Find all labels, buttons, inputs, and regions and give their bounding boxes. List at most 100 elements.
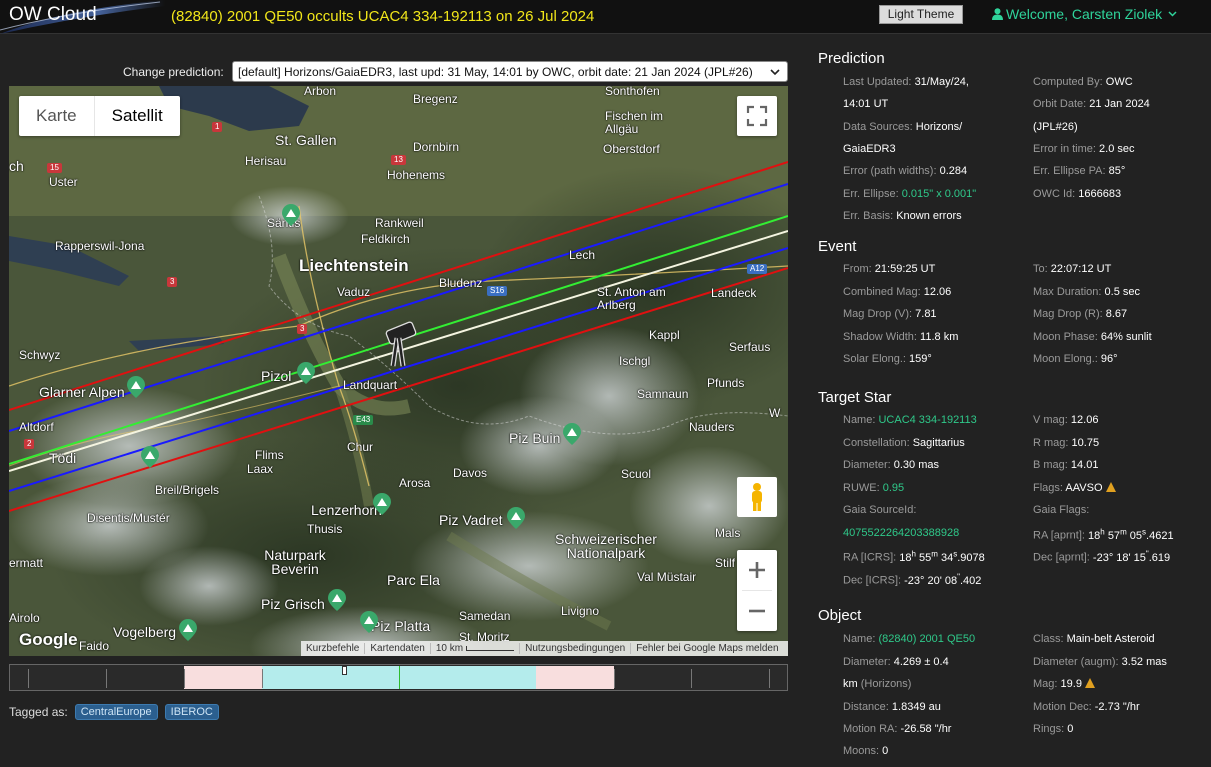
user-icon xyxy=(992,8,1003,20)
tags-row: Tagged as: CentralEurope IBEROC xyxy=(9,704,219,720)
map-label: Piz Grisch xyxy=(261,596,325,612)
map-label: Livigno xyxy=(561,604,600,618)
field-label: Gaia SourceId: xyxy=(843,504,917,516)
err-ellipse-link[interactable]: 0.015" x 0.001" xyxy=(902,188,976,200)
map-type-satellit-button[interactable]: Satellit xyxy=(93,96,180,136)
light-theme-button[interactable]: Light Theme xyxy=(879,5,963,24)
field-label: Solar Elong.: xyxy=(843,353,906,365)
vmag-value: 12.06 xyxy=(1070,414,1099,426)
field-label: Mag Drop (V): xyxy=(843,308,913,320)
from-value: 21:59:25 UT xyxy=(874,263,936,275)
map-label: St. Anton am Arlberg xyxy=(597,285,666,312)
map-type-control: Karte Satellit xyxy=(19,96,180,136)
report-error-link[interactable]: Fehler bei Google Maps melden xyxy=(631,643,783,654)
timeline-cursor-handle[interactable] xyxy=(342,666,347,675)
field-label: Diameter: xyxy=(843,656,891,668)
rmag-value: 10.75 xyxy=(1071,437,1100,449)
keyboard-shortcuts-link[interactable]: Kurzbefehle xyxy=(301,643,366,654)
zoom-in-button[interactable] xyxy=(737,550,777,590)
object-name-link[interactable]: (82840) 2001 QE50 xyxy=(878,633,975,645)
map-type-karte-button[interactable]: Karte xyxy=(19,96,94,136)
user-menu[interactable]: Welcome, Carsten Ziolek xyxy=(992,6,1177,22)
timeline-tick xyxy=(691,669,692,688)
star-name-link[interactable]: UCAC4 334-192113 xyxy=(878,414,976,426)
plus-icon xyxy=(749,562,765,578)
field-label: Flags: xyxy=(1033,482,1063,494)
mountain-pin-icon[interactable] xyxy=(328,589,346,611)
field-label: Combined Mag: xyxy=(843,286,921,298)
bmag-value: 14.01 xyxy=(1070,459,1099,471)
google-logo: Google xyxy=(19,630,78,649)
field-label: Err. Ellipse: xyxy=(843,188,899,200)
object-diameter-value: 4.269 ± 0.4 xyxy=(893,656,949,668)
mountain-pin-icon[interactable] xyxy=(507,507,525,529)
fullscreen-button[interactable] xyxy=(737,96,777,136)
road-badge: A12 xyxy=(747,264,768,274)
zoom-control xyxy=(737,550,777,631)
mountain-pin-icon[interactable] xyxy=(141,446,159,468)
field-label: Shadow Width: xyxy=(843,331,917,343)
field-label: RA [ICRS]: xyxy=(843,551,897,564)
mountain-pin-icon[interactable] xyxy=(373,493,391,515)
mountain-pin-icon[interactable] xyxy=(282,204,300,226)
err-basis-value: Known errors xyxy=(896,210,962,222)
map-label: Airolo xyxy=(9,611,40,625)
to-value: 22:07:12 UT xyxy=(1050,263,1112,275)
star-diameter-value: 0.30 mas xyxy=(893,459,939,471)
field-label: Mag Drop (R): xyxy=(1033,308,1103,320)
map-label: Serfaus xyxy=(729,340,771,354)
satellite-map[interactable]: Arbon Bregenz Sonthofen St. Gallen Heris… xyxy=(9,86,788,656)
error-path-value: 0.284 xyxy=(939,165,968,177)
field-label: Moon Elong.: xyxy=(1033,353,1098,365)
timeline-tick xyxy=(106,669,107,688)
street-view-pegman-button[interactable] xyxy=(737,477,777,517)
map-label: Rankweil xyxy=(375,216,424,230)
event-timeline[interactable] xyxy=(9,664,788,691)
field-label: Err. Basis: xyxy=(843,210,894,222)
map-label: W xyxy=(769,406,781,420)
map-label: Lech xyxy=(569,248,596,262)
map-label: Thusis xyxy=(307,522,343,536)
map-label: Pfunds xyxy=(707,376,745,390)
map-label: Feldkirch xyxy=(361,232,410,246)
moons-value: 0 xyxy=(882,745,889,757)
field-label: Name: xyxy=(843,633,876,645)
map-label: Kappl xyxy=(649,328,680,342)
field-label: B mag: xyxy=(1033,459,1068,471)
app-logo[interactable]: OW Cloud xyxy=(9,4,97,26)
field-label: OWC Id: xyxy=(1033,188,1076,200)
field-label: Last Updated: xyxy=(843,76,912,88)
shadow-width-value: 11.8 km xyxy=(920,331,959,343)
map-label: Arbon xyxy=(304,86,337,98)
map-label: ch xyxy=(9,158,24,174)
mountain-pin-icon[interactable] xyxy=(360,611,378,633)
map-label: Vaduz xyxy=(337,285,371,299)
error-time-value: 2.0 sec xyxy=(1099,143,1135,155)
object-diameter-source: (Horizons) xyxy=(860,678,912,690)
tag-iberoc[interactable]: IBEROC xyxy=(164,704,219,720)
timeline-error-after xyxy=(536,666,614,689)
timeline-tick xyxy=(614,669,615,688)
field-label: Err. Ellipse PA: xyxy=(1033,165,1106,177)
field-label: Constellation: xyxy=(843,437,910,449)
section-title-prediction: Prediction xyxy=(818,50,885,67)
mountain-pin-icon[interactable] xyxy=(297,362,315,384)
mountain-pin-icon[interactable] xyxy=(127,376,145,398)
terms-link[interactable]: Nutzungsbedingungen xyxy=(520,643,632,654)
mountain-pin-icon[interactable] xyxy=(179,619,197,641)
pegman-icon xyxy=(752,483,762,511)
moon-phase-value: 64% sunlit xyxy=(1100,331,1152,343)
field-label: Computed By: xyxy=(1033,76,1103,88)
gaia-sourceid-link[interactable]: 4075522264203388928 xyxy=(843,527,959,539)
change-prediction-select[interactable]: [default] Horizons/GaiaEDR3, last upd: 3… xyxy=(232,61,788,82)
tag-centraleurope[interactable]: CentralEurope xyxy=(74,704,158,720)
mountain-pin-icon[interactable] xyxy=(563,423,581,445)
field-label: Max Duration: xyxy=(1033,286,1102,298)
ra-aprnt-value: 18h 57m 05s.4621 xyxy=(1088,527,1174,542)
road-badge: 2 xyxy=(24,439,35,449)
map-label: Bludenz xyxy=(439,276,483,290)
zoom-out-button[interactable] xyxy=(737,591,777,631)
map-label: Faido xyxy=(79,639,110,653)
mag-drop-v-value: 7.81 xyxy=(915,308,937,320)
map-data-link[interactable]: Kartendaten xyxy=(365,643,431,654)
